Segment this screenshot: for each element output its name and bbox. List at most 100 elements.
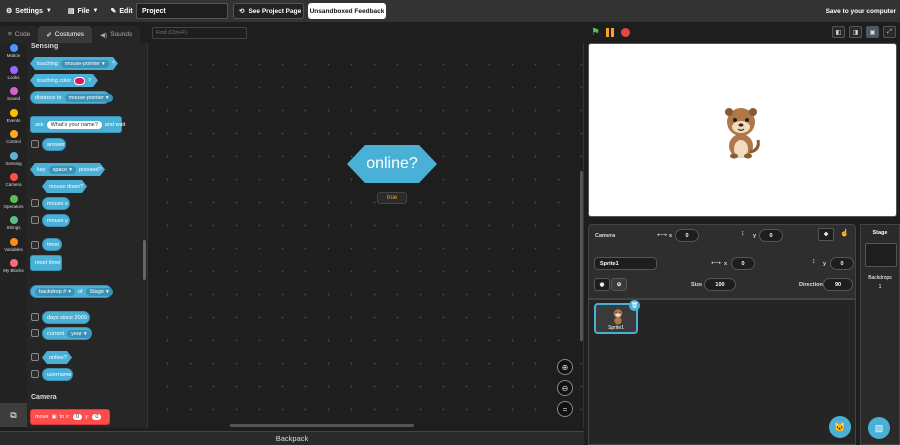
category-control[interactable]: Control xyxy=(0,129,27,151)
monitor-checkbox[interactable] xyxy=(31,370,39,378)
unsandboxed-feedback-button[interactable]: Unsandboxed Feedback xyxy=(308,3,386,19)
camera-label: Camera xyxy=(595,233,616,239)
pause-icon[interactable] xyxy=(606,28,615,37)
block-dropdown[interactable]: mouse-pointer ▾ xyxy=(61,60,109,68)
days-since-block[interactable]: days since 2000 xyxy=(42,311,90,324)
script-workspace[interactable]: online? true ⊕ ⊖ = xyxy=(147,43,584,428)
normal-stage-button[interactable]: ◨ xyxy=(849,26,862,38)
settings-menu[interactable]: ⚙ Settings ▼ xyxy=(0,0,58,22)
show-sprite-button[interactable]: ◉ xyxy=(594,278,610,291)
tab-costumes[interactable]: ✐ Costumes xyxy=(38,26,93,43)
move-button[interactable]: ✥ xyxy=(818,228,834,241)
stage-canvas[interactable] xyxy=(588,43,897,217)
monitor-checkbox[interactable] xyxy=(31,329,39,337)
category-variables[interactable]: Variables xyxy=(0,237,27,259)
green-flag-icon[interactable]: ⚑ xyxy=(591,27,600,38)
ask-and-wait-block[interactable]: ask What's your name? and wait xyxy=(30,116,125,133)
sprite-x-field[interactable]: 0 xyxy=(731,257,755,270)
sprite-y-field[interactable]: 0 xyxy=(830,257,854,270)
file-menu[interactable]: ▤ File ▼ xyxy=(62,0,105,22)
block-dropdown[interactable]: year ▾ xyxy=(67,329,91,338)
zoom-reset-button[interactable]: = xyxy=(557,401,573,417)
small-stage-button[interactable]: ◧ xyxy=(832,26,845,38)
mouse-y-block[interactable]: mouse y xyxy=(42,214,70,227)
zoom-in-button[interactable]: ⊕ xyxy=(557,359,573,375)
block-text: mouse x xyxy=(47,200,68,207)
monitor-checkbox[interactable] xyxy=(31,313,39,321)
key-pressed-block[interactable]: key space ▾ pressed? xyxy=(30,163,105,176)
block-dropdown[interactable]: mouse-pointer ▾ xyxy=(64,93,113,102)
palette-scrollbar[interactable] xyxy=(143,240,146,280)
delete-sprite-button[interactable]: 🗑 xyxy=(629,300,640,311)
large-stage-button[interactable]: ▣ xyxy=(866,26,879,38)
add-backdrop-button[interactable]: ▧ xyxy=(868,417,890,439)
fullscreen-button[interactable]: ⤢ xyxy=(883,26,896,38)
stage-selector[interactable]: Stage Backdrops 1 ▧ xyxy=(860,224,900,445)
backdrop-of-block[interactable]: backdrop # ▾ of Stage ▾ xyxy=(30,285,113,298)
color-swatch[interactable] xyxy=(74,77,85,85)
see-project-page-button[interactable]: ⟲ See Project Page xyxy=(233,3,304,19)
refresh-icon: ⟲ xyxy=(239,8,245,15)
camera-x-field[interactable]: 0 xyxy=(675,229,699,242)
backpack-header[interactable]: Backpack xyxy=(0,431,584,445)
add-extension-button[interactable]: ⧉ xyxy=(0,403,27,427)
online-block[interactable]: online? xyxy=(347,145,437,183)
add-sprite-button[interactable]: 🐱 xyxy=(829,416,851,438)
block-input[interactable]: 0 xyxy=(73,414,83,420)
mouse-x-block[interactable]: mouse x xyxy=(42,197,70,210)
mouse-down-block[interactable]: mouse down? xyxy=(42,180,87,193)
sprite-name-field[interactable]: Sprite1 xyxy=(594,257,657,270)
monitor-checkbox[interactable] xyxy=(31,241,39,249)
timer-block[interactable]: timer xyxy=(42,238,62,251)
touching-block[interactable]: touching mouse-pointer ▾ ? xyxy=(30,57,118,70)
category-my-blocks[interactable]: My Blocks xyxy=(0,258,27,280)
pointer-icon[interactable]: ☝ xyxy=(840,229,849,237)
current-year-block[interactable]: current year ▾ xyxy=(42,327,92,340)
category-label: My Blocks xyxy=(3,268,24,273)
project-title-input[interactable] xyxy=(136,3,228,19)
block-input[interactable]: What's your name? xyxy=(46,120,102,129)
monitor-checkbox[interactable] xyxy=(31,216,39,224)
workspace-horizontal-scrollbar[interactable] xyxy=(230,424,414,427)
distance-to-block[interactable]: distance to mouse-pointer ▾ xyxy=(30,91,113,104)
camera-y-field[interactable]: 0 xyxy=(759,229,783,242)
workspace-vertical-scrollbar[interactable] xyxy=(580,171,583,341)
category-sound[interactable]: Sound xyxy=(0,86,27,108)
block-input[interactable]: 0 xyxy=(92,414,102,420)
block-dropdown[interactable]: Stage ▾ xyxy=(85,287,113,296)
category-strings[interactable]: Strings xyxy=(0,215,27,237)
small-stage-icon: ◧ xyxy=(835,29,842,36)
username-block[interactable]: username xyxy=(42,368,73,381)
otter-sprite[interactable] xyxy=(720,104,762,160)
category-dot xyxy=(9,65,18,74)
chevron-down-icon: ▾ xyxy=(105,94,109,101)
zoom-out-button[interactable]: ⊖ xyxy=(557,380,573,396)
monitor-checkbox[interactable] xyxy=(31,199,39,207)
touching-color-block[interactable]: touching color ? xyxy=(30,74,98,87)
block-dropdown[interactable]: backdrop # ▾ xyxy=(35,287,75,296)
file-label: File xyxy=(77,7,90,15)
block-text: pressed? xyxy=(79,166,102,173)
find-input[interactable] xyxy=(152,27,247,39)
category-motion[interactable]: Motion xyxy=(0,43,27,65)
monitor-checkbox[interactable] xyxy=(31,353,39,361)
size-field[interactable]: 100 xyxy=(704,278,736,291)
direction-field[interactable]: 90 xyxy=(823,278,853,291)
reset-timer-block[interactable]: reset timer xyxy=(30,255,62,271)
hide-sprite-button[interactable]: ⊘ xyxy=(611,278,627,291)
category-operators[interactable]: Operators xyxy=(0,194,27,216)
monitor-checkbox[interactable] xyxy=(31,140,39,148)
horizontal-arrows-icon: ⟷ xyxy=(657,232,668,239)
category-camera[interactable]: Camera xyxy=(0,172,27,194)
answer-block[interactable]: answer xyxy=(42,138,66,151)
move-camera-block[interactable]: move ▣ to x: 0 y: 0 xyxy=(30,409,110,425)
block-dropdown[interactable]: space ▾ xyxy=(49,166,76,174)
online-block[interactable]: online? xyxy=(42,351,72,364)
tab-code[interactable]: ≡ Code xyxy=(0,26,39,43)
category-looks[interactable]: Looks xyxy=(0,65,27,87)
category-sensing[interactable]: Sensing xyxy=(0,151,27,173)
tab-sounds[interactable]: ◀) Sounds xyxy=(92,26,141,43)
save-to-computer-button[interactable]: Save to your computer xyxy=(826,0,896,22)
stop-icon[interactable] xyxy=(621,28,630,37)
category-events[interactable]: Events xyxy=(0,108,27,130)
